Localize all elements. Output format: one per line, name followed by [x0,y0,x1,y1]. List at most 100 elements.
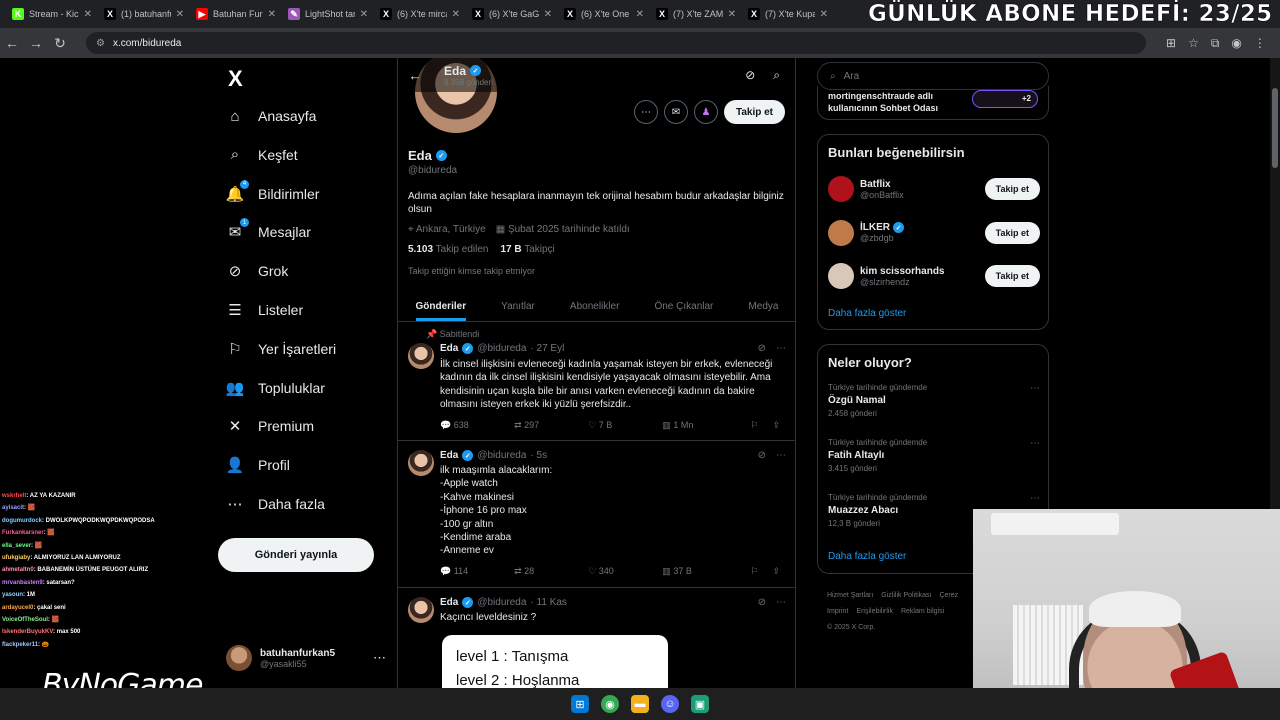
search-input[interactable]: ⌕ Ara [817,62,1049,90]
footer-link[interactable]: Hizmet Şartları [827,592,873,599]
suggested-account[interactable]: Batflix @onBatflix Takip et [828,173,1040,205]
close-icon[interactable]: ✕ [176,9,184,20]
footer-link[interactable]: Erişilebilirlik [856,608,893,615]
sidebar-item-search[interactable]: ⌕ Keşfet [226,146,298,164]
sidebar-item-person[interactable]: 👤 Profil [226,456,290,474]
avatar[interactable] [408,450,434,476]
follow-button[interactable]: Takip et [984,178,1040,200]
show-more-link[interactable]: Daha fazla göster [828,308,906,319]
grok-icon[interactable]: ⊘ [758,450,766,461]
more-dots-icon[interactable]: ⋯ [1030,438,1040,449]
live-space-card[interactable]: mortingenschtraude adlı kullanıcının Soh… [817,86,1049,120]
sidebar-item-x[interactable]: ✕ Premium [226,417,314,435]
reload-icon[interactable]: ↻ [48,35,72,52]
tweet-pinned[interactable]: 📌 Sabitlendi Eda ✓ @bidureda · 27 Eyl ⊘ ⋯… [398,323,795,441]
url-field[interactable]: ⚙ x.com/bidureda [86,32,1146,54]
share-icon[interactable]: ⇪ [772,420,780,431]
share-icon[interactable]: ⇪ [772,566,780,577]
follow-button[interactable]: Takip et [984,221,1040,244]
account-switcher[interactable]: batuhanfurkan5 @yasakli55 ⋯ [226,642,386,674]
sidebar-item-bookmark[interactable]: ⚐ Yer İşaretleri [226,340,336,358]
sidebar-item-people[interactable]: 👥 Topluluklar [226,379,325,397]
more-dots-icon[interactable]: ⋯ [1030,493,1040,504]
trend-item[interactable]: Türkiye tarihinde gündemde Fatih Altaylı 3… [828,438,1040,473]
tweet[interactable]: Eda ✓ @bidureda · 5s ⊘ ⋯ ilk maaşımla ala… [398,442,795,588]
browser-tab[interactable]: X (6) X'te mirca ✕ [374,2,466,26]
avatar[interactable] [828,263,854,289]
show-more-link[interactable]: Daha fazla göster [828,551,906,562]
browser-tab[interactable]: X (7) X'te ZAMA ✕ [650,2,742,26]
message-icon[interactable]: ✉ [663,100,688,124]
browser-tab[interactable]: X (6) X'te One ✕ [558,2,650,26]
scrollbar-thumb[interactable] [1272,88,1278,168]
discord-icon[interactable]: ☺ [661,695,679,713]
profile-icon[interactable]: ◉ [1231,36,1241,51]
tab-4[interactable]: Medya [748,301,778,312]
grok-icon[interactable]: ⊘ [758,597,766,608]
footer-link[interactable]: Imprint [827,608,848,615]
reply-action[interactable]: 💬 114 [440,566,514,577]
grok-icon[interactable]: ⊘ [745,68,755,83]
back-arrow-icon[interactable]: ← [0,35,24,51]
follow-button[interactable]: Takip et [723,100,785,124]
sidebar-item-more-circle[interactable]: ⋯ Daha fazla [226,495,325,513]
browser-tab[interactable]: X (6) X'te GaGa ✕ [466,2,558,26]
avatar[interactable] [828,219,854,246]
avatar[interactable] [408,343,434,369]
close-icon[interactable]: ✕ [360,9,368,20]
browser-tab[interactable]: X (7) X'te Kupa ✕ [742,2,834,26]
chrome-icon[interactable]: ◉ [601,695,619,713]
like-action[interactable]: ♡ 7 B [588,420,662,431]
views-action[interactable]: ▥ 37 B [662,566,736,577]
tweet-time[interactable]: · 5s [530,450,547,461]
sidebar-item-mail[interactable]: ✉ 1 Mesajlar [226,218,311,241]
extension-icon[interactable]: ⧉ [1211,36,1220,51]
repost-action[interactable]: ⇄ 28 [514,566,588,577]
close-icon[interactable]: ✕ [820,9,828,20]
sidebar-item-bell[interactable]: 🔔 4 Bildirimler [226,179,319,203]
tweet-handle[interactable]: @bidureda [477,450,526,461]
tweet-author[interactable]: Eda [440,343,458,354]
followers-link[interactable]: 17 B Takipçi [500,244,554,255]
windows-start-icon[interactable]: ⊞ [571,695,589,713]
folder-icon[interactable]: ▬ [631,695,649,713]
more-dots-icon[interactable]: ⋯ [776,597,786,608]
browser-tab[interactable]: K Stream - Kick ✕ [6,2,98,26]
tweet-handle[interactable]: @bidureda [477,343,526,354]
tab-2[interactable]: Abonelikler [570,301,619,312]
close-icon[interactable]: ✕ [268,9,276,20]
footer-link[interactable]: Reklam bilgisi [901,608,944,615]
tweet-time[interactable]: · 27 Eyl [530,343,564,354]
search-icon[interactable]: ⌕ [773,68,780,83]
more-dots-icon[interactable]: ⋯ [776,450,786,461]
tweet-handle[interactable]: @bidureda [477,597,526,608]
sidebar-item-home[interactable]: ⌂ Anasayfa [226,107,316,125]
close-icon[interactable]: ✕ [728,9,736,20]
browser-tab[interactable]: ✎ LightShot tarayıcı ✕ [282,2,374,26]
back-arrow-icon[interactable]: ← [398,68,432,83]
subscribe-icon[interactable]: ♟ [693,100,718,124]
more-options-icon[interactable]: ⋯ [633,100,658,124]
sidebar-item-list[interactable]: ☰ Listeler [226,301,303,319]
suggested-account[interactable]: kim scissorhands @slzirhendz Takip et [828,260,1040,292]
footer-link[interactable]: Gizlilik Politikası [881,592,931,599]
views-action[interactable]: ▥ 1 Mn [662,420,736,431]
close-icon[interactable]: ✕ [636,9,644,20]
menu-icon[interactable]: ⋮ [1254,36,1266,51]
forward-arrow-icon[interactable]: → [24,35,48,51]
tweet-author[interactable]: Eda [440,450,458,461]
more-dots-icon[interactable]: ⋯ [1030,383,1040,394]
grok-icon[interactable]: ⊘ [758,343,766,354]
trend-item[interactable]: Türkiye tarihinde gündemde Özgü Namal 2.45… [828,383,1040,418]
star-icon[interactable]: ☆ [1188,36,1199,51]
reply-action[interactable]: 💬 638 [440,420,514,431]
bookmark-icon[interactable]: ⚐ [750,420,758,431]
tab-0[interactable]: Gönderiler [415,293,467,321]
follow-button[interactable]: Takip et [984,265,1040,287]
x-logo[interactable]: X [228,66,243,92]
tab-1[interactable]: Yanıtlar [501,301,535,312]
tweet-author[interactable]: Eda [440,597,458,608]
tweet-time[interactable]: · 11 Kas [530,597,567,608]
browser-tab[interactable]: ▶ Batuhan Furkan ✕ [190,2,282,26]
tweet-image-card[interactable]: level 1 : Tanışma level 2 : Hoşlanma [442,635,668,688]
